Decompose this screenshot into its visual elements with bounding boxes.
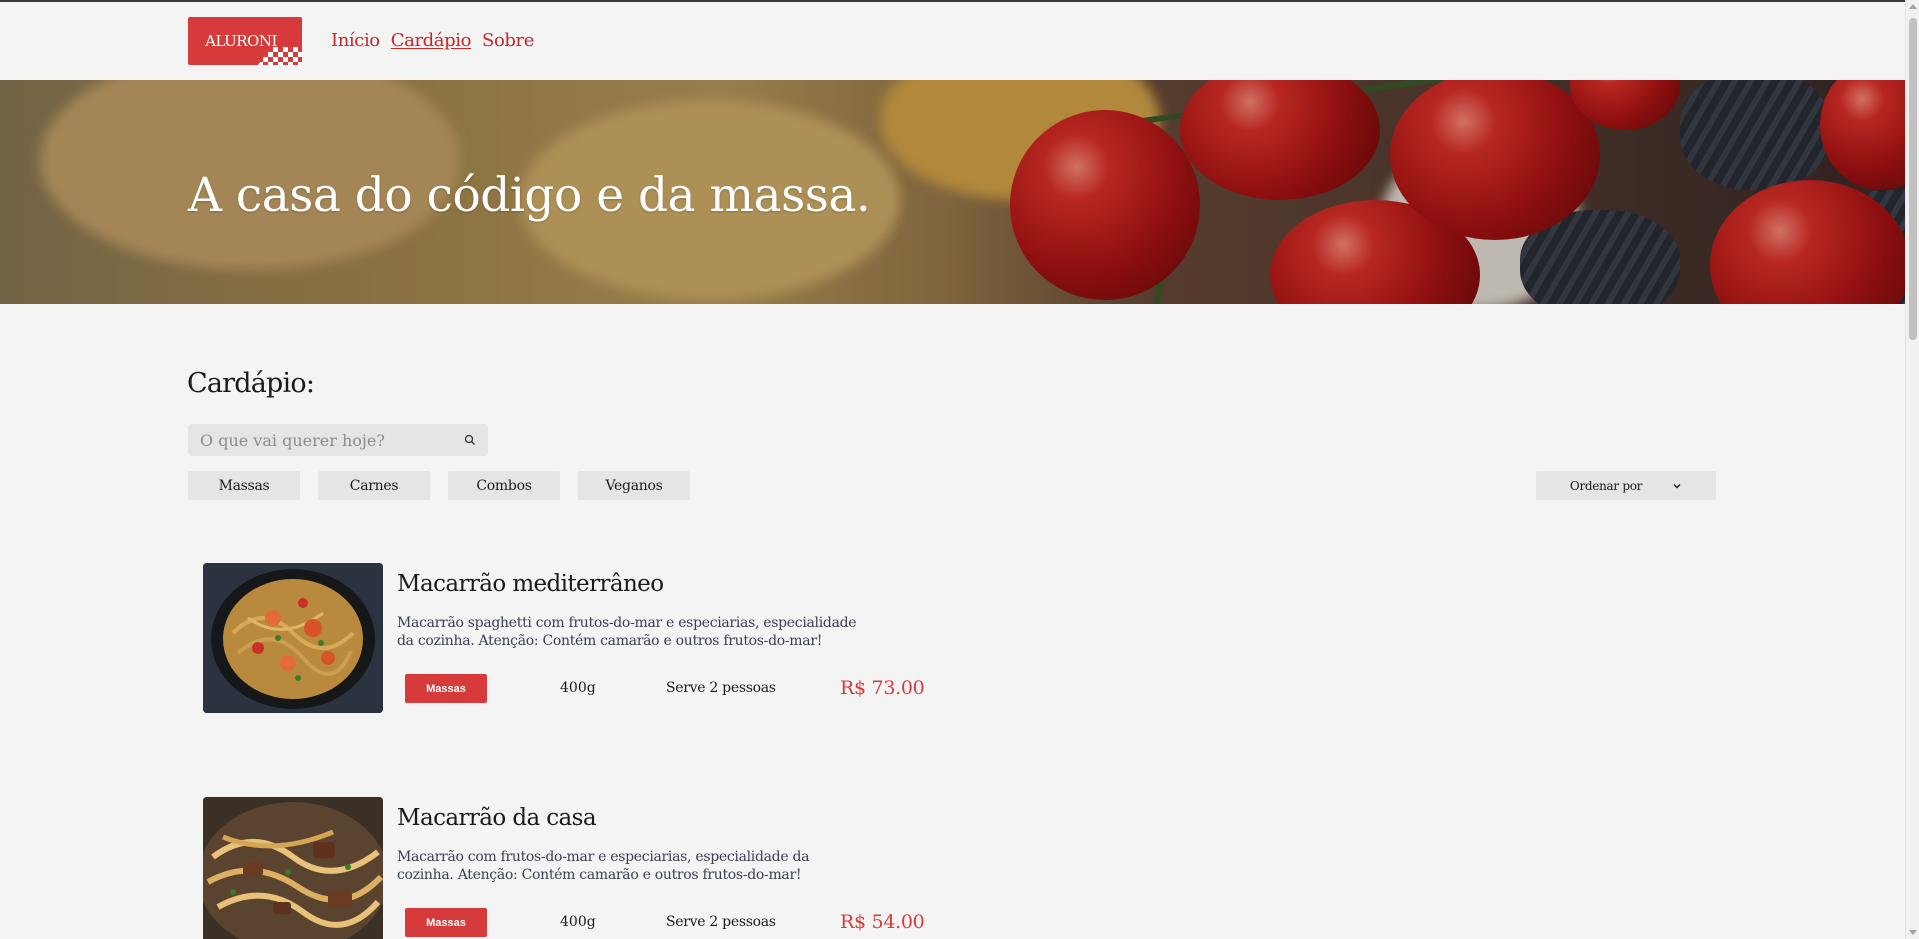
nav-link-inicio[interactable]: Início	[331, 30, 380, 51]
filter-combos-button[interactable]: Combos	[448, 471, 560, 500]
item-size: 400g	[560, 914, 596, 930]
site-header: ALURONI Início Cardápio Sobre	[0, 2, 1905, 80]
logo[interactable]: ALURONI	[188, 17, 302, 65]
menu-item[interactable]: Macarrão mediterrâneo Macarrão spaghetti…	[203, 563, 963, 713]
sort-dropdown[interactable]: Ordenar por	[1536, 471, 1716, 500]
dish-image	[203, 563, 383, 713]
sort-label: Ordenar por	[1569, 478, 1643, 493]
item-title: Macarrão mediterrâneo	[397, 571, 664, 597]
category-badge: Massas	[405, 908, 487, 937]
item-size: 400g	[560, 680, 596, 696]
filter-veganos-button[interactable]: Veganos	[578, 471, 690, 500]
menu-item[interactable]: Macarrão da casa Macarrão com frutos-do-…	[203, 797, 963, 939]
item-description: Macarrão com frutos-do-mar e especiarias…	[397, 849, 810, 883]
nav-link-sobre[interactable]: Sobre	[482, 30, 534, 51]
search-bar	[188, 424, 488, 456]
item-description: Macarrão spaghetti com frutos-do-mar e e…	[397, 615, 857, 649]
scroll-thumb[interactable]	[1909, 18, 1917, 340]
main-nav: Início Cardápio Sobre	[331, 30, 534, 51]
menu-title: Cardápio:	[187, 368, 315, 399]
scroll-down-arrow-icon[interactable]	[1909, 930, 1917, 935]
chevron-down-icon	[1673, 483, 1681, 488]
search-icon[interactable]	[464, 434, 476, 446]
vertical-scrollbar[interactable]	[1905, 0, 1919, 939]
dish-image	[203, 797, 383, 939]
item-price: R$ 73.00	[840, 677, 925, 699]
hero-banner: A casa do código e da massa.	[0, 80, 1905, 304]
hero-title: A casa do código e da massa.	[188, 168, 871, 223]
filter-carnes-button[interactable]: Carnes	[318, 471, 430, 500]
scroll-up-arrow-icon[interactable]	[1909, 4, 1917, 9]
filter-group: Massas Carnes Combos Veganos	[188, 471, 690, 500]
item-serving: Serve 2 pessoas	[666, 914, 776, 930]
item-price: R$ 54.00	[840, 911, 925, 933]
logo-text: ALURONI	[205, 32, 277, 50]
search-input[interactable]	[200, 430, 464, 450]
page: ALURONI Início Cardápio Sobre A casa do …	[0, 0, 1905, 939]
filter-massas-button[interactable]: Massas	[188, 471, 300, 500]
item-title: Macarrão da casa	[397, 805, 597, 831]
category-badge: Massas	[405, 674, 487, 703]
item-serving: Serve 2 pessoas	[666, 680, 776, 696]
nav-link-cardapio[interactable]: Cardápio	[391, 30, 472, 51]
